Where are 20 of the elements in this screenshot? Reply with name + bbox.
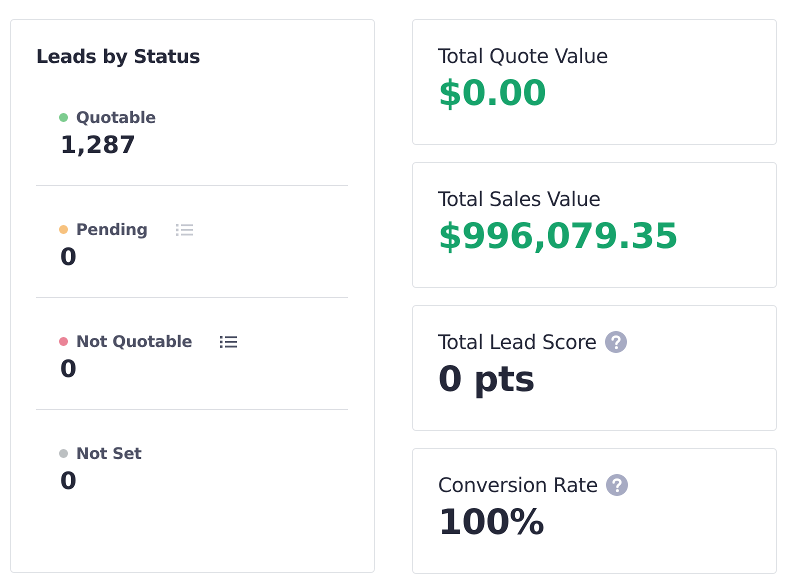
status-label: Not Set bbox=[76, 444, 142, 463]
metric-label: Conversion Rate bbox=[438, 473, 598, 497]
status-label: Pending bbox=[76, 220, 148, 239]
card-title: Leads by Status bbox=[36, 46, 201, 68]
status-count: 0 bbox=[60, 243, 78, 271]
metric-value: $996,079.35 bbox=[438, 217, 680, 257]
metric-value: $0.00 bbox=[438, 74, 548, 114]
metric-label: Total Sales Value bbox=[438, 187, 600, 211]
help-icon[interactable] bbox=[604, 331, 627, 353]
metric-value: 100% bbox=[438, 503, 546, 543]
help-icon[interactable] bbox=[606, 474, 628, 496]
status-label: Quotable bbox=[76, 108, 156, 127]
status-count: 0 bbox=[60, 355, 78, 383]
metric-value: 0 pts bbox=[438, 360, 536, 400]
status-count: 1,287 bbox=[60, 131, 137, 159]
metric-label: Total Lead Score bbox=[438, 330, 597, 354]
list-icon[interactable] bbox=[220, 334, 238, 348]
status-label: Not Quotable bbox=[76, 332, 192, 351]
status-count: 0 bbox=[60, 467, 78, 495]
metric-label: Total Quote Value bbox=[438, 44, 608, 68]
